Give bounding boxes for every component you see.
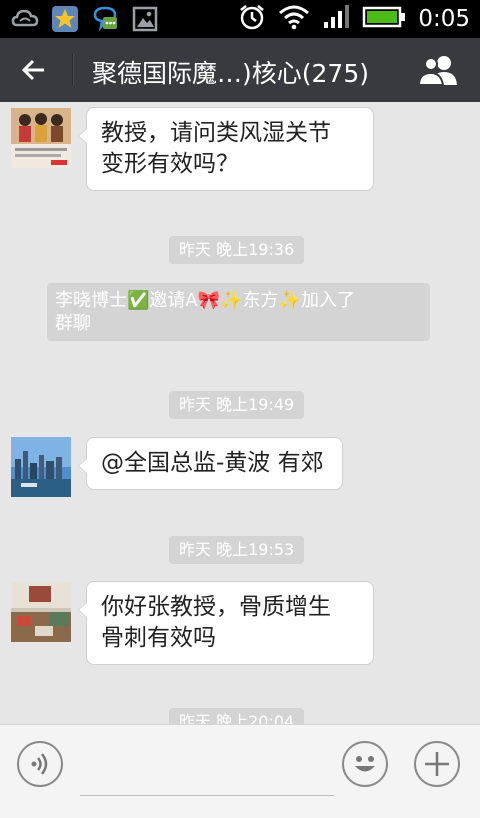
input-bar xyxy=(0,724,480,818)
voice-button[interactable] xyxy=(17,741,63,787)
message-bubble[interactable]: 你好张教授，骨质增生 骨刺有效吗 xyxy=(78,581,374,665)
more-button[interactable] xyxy=(414,741,460,787)
chat-app-icon xyxy=(90,4,120,34)
message-text-line: 变形有效吗？ xyxy=(101,151,239,177)
clock-time: 0:05 xyxy=(418,6,470,32)
message-bubble[interactable]: @全国总监-黄波 有郊 xyxy=(78,437,343,490)
plus-icon xyxy=(425,752,449,776)
message-timestamp: 昨天 晚上19:36 xyxy=(169,236,305,264)
system-message: 李晓博士✅邀请A🎀✨东方✨加入了 群聊 xyxy=(47,283,430,341)
message-text-line: 教授，请问类风湿关节 xyxy=(101,120,331,146)
chat-title: 聚德国际魔…)核心(275) xyxy=(92,59,369,88)
message-timestamp: 昨天 晚上19:49 xyxy=(169,391,305,419)
emoji-button[interactable] xyxy=(342,741,388,787)
avatar[interactable] xyxy=(11,582,71,642)
group-members-button[interactable] xyxy=(416,50,460,90)
system-text-line: 群聊 xyxy=(55,313,91,334)
notification-icons xyxy=(10,4,160,34)
message-timestamp: 昨天 晚上20:04 xyxy=(169,708,305,724)
wifi-icon xyxy=(278,4,310,34)
message-input[interactable] xyxy=(80,751,334,796)
emoji-icon xyxy=(355,756,375,772)
voice-icon xyxy=(31,753,48,775)
image-icon xyxy=(130,4,160,34)
status-bar: 0:05 xyxy=(0,0,480,38)
message-list[interactable]: 教授，请问类风湿关节 变形有效吗？ 昨天 晚上19:36 李晓博士✅邀请A🎀✨东… xyxy=(0,102,480,724)
message-text-line: 骨刺有效吗 xyxy=(101,625,216,651)
message-text-line: @全国总监-黄波 有郊 xyxy=(101,450,324,476)
system-text-line: 李晓博士✅邀请A🎀✨东方✨加入了 xyxy=(55,290,355,311)
cloud-icon xyxy=(10,4,40,34)
group-members-icon xyxy=(417,56,457,86)
battery-icon xyxy=(362,5,406,33)
avatar[interactable] xyxy=(11,437,71,497)
message-bubble[interactable]: 教授，请问类风湿关节 变形有效吗？ xyxy=(78,107,374,191)
alarm-icon xyxy=(238,3,266,35)
message-text-line: 你好张教授，骨质增生 xyxy=(101,594,331,620)
star-app-icon xyxy=(50,4,80,34)
back-button[interactable] xyxy=(16,52,52,88)
signal-icon xyxy=(322,4,350,34)
message-timestamp: 昨天 晚上19:53 xyxy=(169,536,305,564)
back-arrow-icon xyxy=(21,59,44,81)
chat-header: 聚德国际魔…)核心(275) xyxy=(0,38,480,102)
avatar[interactable] xyxy=(11,108,71,168)
header-divider xyxy=(72,54,74,86)
system-status: 0:05 xyxy=(238,3,470,35)
